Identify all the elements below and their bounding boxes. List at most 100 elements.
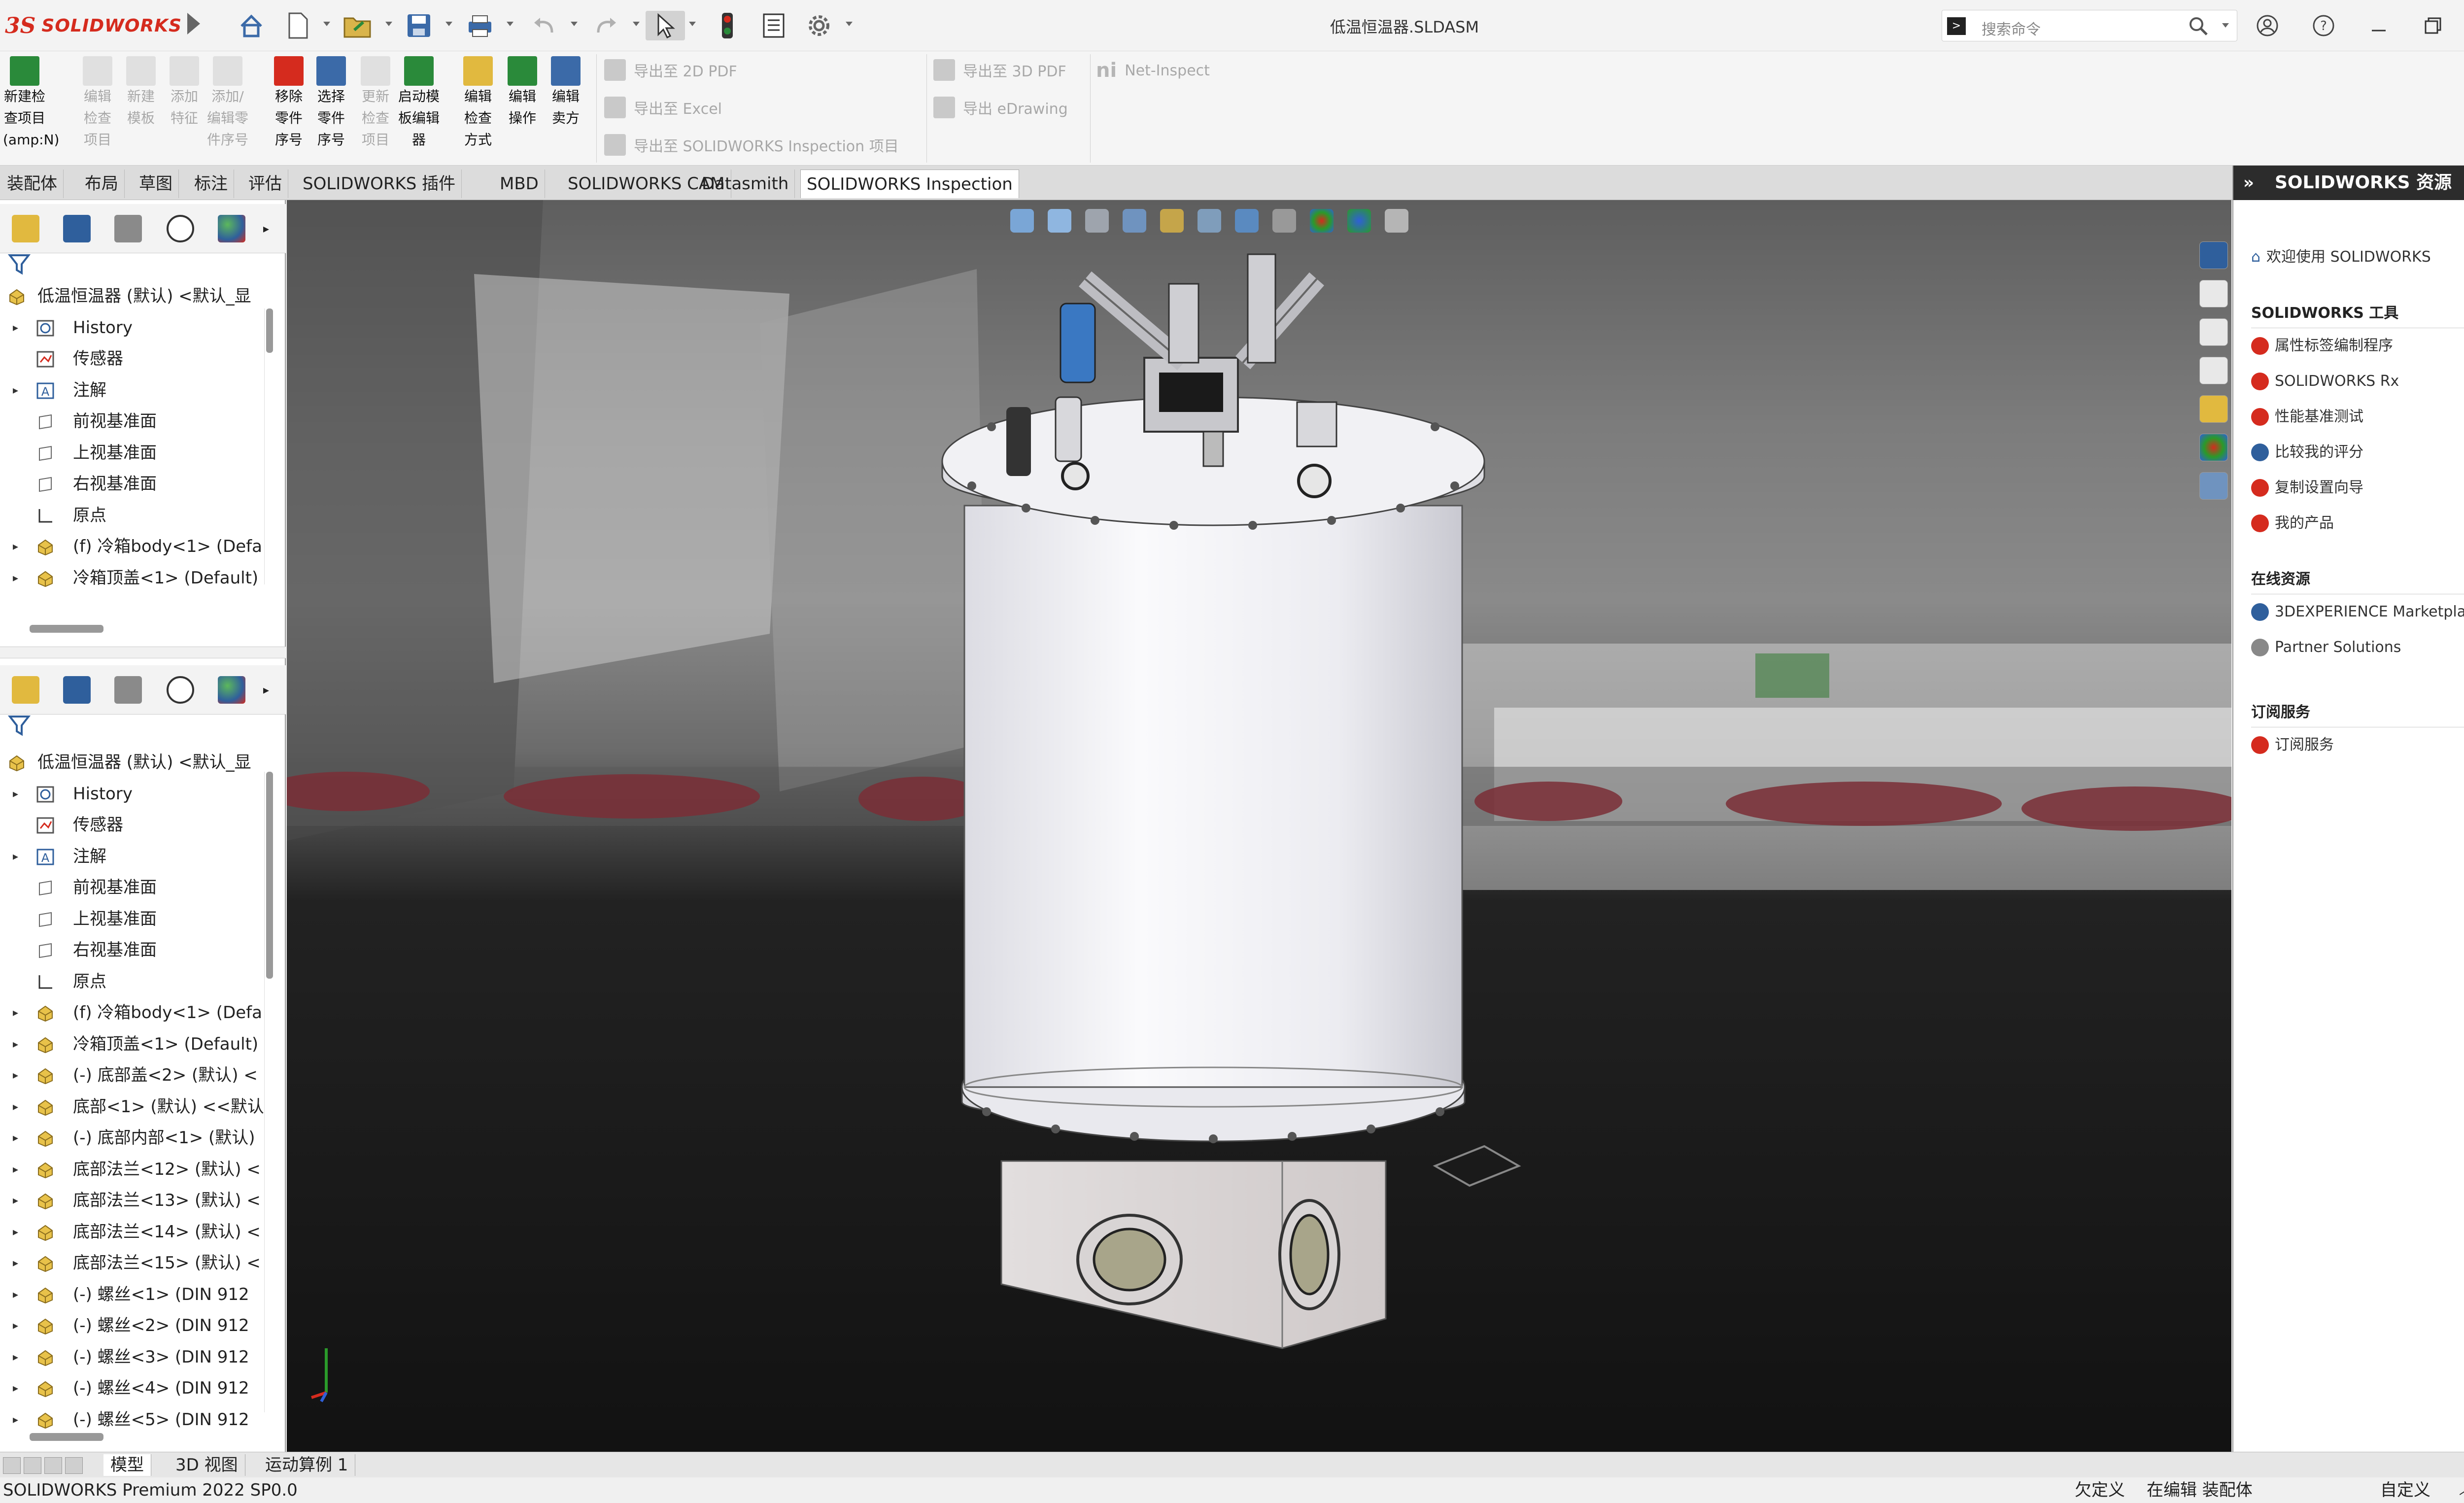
- subscription-section-title[interactable]: 订阅服务︿: [2251, 698, 2464, 727]
- expand-arrow-icon[interactable]: ▸: [13, 841, 18, 873]
- expand-arrow-icon[interactable]: ▸: [13, 531, 18, 563]
- tree-hscrollbar-bottom[interactable]: [30, 1433, 103, 1441]
- user-account-icon[interactable]: [2250, 10, 2285, 41]
- filter-icon[interactable]: [7, 251, 36, 276]
- solidworks-resources-tab-icon[interactable]: [2199, 241, 2228, 269]
- task-pane-link[interactable]: 性能基准测试: [2251, 399, 2464, 435]
- display-manager-tab-icon[interactable]: [218, 215, 245, 242]
- task-pane-link[interactable]: 比较我的评分: [2251, 435, 2464, 470]
- search-dropdown-icon[interactable]: [2222, 23, 2229, 28]
- cmd-add-feature-button[interactable]: 添加 特征: [163, 56, 206, 129]
- tree-item[interactable]: ▸ (-) 底部盖<2> (默认) <: [0, 594, 266, 596]
- undo-icon[interactable]: [529, 11, 559, 40]
- cmd-add-balloon-button[interactable]: 添加/编辑零 件序号: [206, 56, 249, 151]
- net-inspect-button[interactable]: ni Net-Inspect: [1096, 59, 1210, 82]
- graphics-area[interactable]: [287, 200, 2231, 1452]
- expand-arrow-icon[interactable]: ▸: [13, 375, 18, 407]
- tree-item[interactable]: 原点: [0, 966, 266, 998]
- tree-item[interactable]: ▸ (-) 螺丝<1> (DIN 912: [0, 1279, 266, 1311]
- panel-next-arrow-icon[interactable]: ▸: [263, 683, 269, 697]
- undo-dropdown-icon[interactable]: [571, 22, 578, 26]
- tree-item[interactable]: ▸ 冷箱顶盖<1> (Default): [0, 563, 266, 594]
- dimxpert-tab-icon[interactable]: [167, 215, 194, 242]
- tools-section-title[interactable]: SOLIDWORKS 工具︿: [2251, 299, 2464, 328]
- cmd-new-inspection-button[interactable]: 新建检 查项目 (amp:N): [3, 56, 59, 151]
- new-doc-dropdown-icon[interactable]: [323, 22, 330, 26]
- cmd-edit-operation-button[interactable]: 编辑 操作: [501, 56, 544, 129]
- cmd-select-balloon-button[interactable]: 选择 零件 序号: [309, 56, 353, 151]
- display-manager-tab-icon[interactable]: [218, 676, 245, 704]
- cmd-template-editor-button[interactable]: 启动模 板编辑器: [397, 56, 441, 151]
- home-tab-icon[interactable]: [2199, 280, 2228, 307]
- tree-item[interactable]: ▸ A 注解: [0, 841, 266, 873]
- options-icon[interactable]: [804, 11, 834, 40]
- tab-5[interactable]: 评估: [242, 170, 288, 198]
- tree-scrollbar-top[interactable]: [264, 308, 274, 584]
- new-doc-icon[interactable]: [283, 11, 313, 40]
- export-edrawing-button[interactable]: 导出 eDrawing: [933, 97, 1068, 118]
- tab-10[interactable]: SOLIDWORKS Inspection: [800, 170, 1019, 198]
- status-units[interactable]: 自定义: [2380, 1477, 2430, 1503]
- export-2d-pdf-button[interactable]: 导出至 2D PDF: [604, 59, 737, 81]
- tree-item[interactable]: ▸ (-) 底部盖<2> (默认) <: [0, 1060, 266, 1092]
- section-view-icon[interactable]: [1123, 209, 1146, 233]
- welcome-link[interactable]: ⌂ 欢迎使用 SOLIDWORKS: [2251, 239, 2464, 275]
- search-command-field[interactable]: > 搜索命令: [1942, 10, 2237, 41]
- tree-item[interactable]: 右视基准面: [0, 469, 266, 500]
- search-icon[interactable]: [2189, 16, 2208, 36]
- tree-item[interactable]: ▸ 底部法兰<13> (默认) <: [0, 1185, 266, 1217]
- expand-arrow-icon[interactable]: ▸: [13, 1029, 18, 1060]
- tree-item[interactable]: 原点: [0, 500, 266, 532]
- custom-properties-tab-icon[interactable]: [2199, 472, 2228, 500]
- dimxpert-tab-icon[interactable]: [167, 676, 194, 704]
- expand-arrow-icon[interactable]: ▸: [13, 312, 18, 344]
- previous-view-icon[interactable]: [1085, 209, 1109, 233]
- tab-9[interactable]: Datasmith: [696, 170, 795, 198]
- select-dropdown-icon[interactable]: [689, 22, 696, 26]
- tree-item[interactable]: ▸ (-) 底部内部<1> (默认): [0, 1123, 266, 1154]
- bottom-tab-1[interactable]: 模型: [103, 1454, 151, 1476]
- view-settings-icon[interactable]: [1385, 209, 1408, 233]
- cmd-edit-vendor-button[interactable]: 编辑 卖方: [544, 56, 587, 129]
- configuration-manager-tab-icon[interactable]: [114, 676, 142, 704]
- expand-arrow-icon[interactable]: ▸: [13, 563, 18, 594]
- tab-6[interactable]: SOLIDWORKS 插件: [297, 170, 462, 198]
- tree-item[interactable]: ▸ 底部法兰<12> (默认) <: [0, 1154, 266, 1186]
- tree-scrollbar-bottom[interactable]: [264, 772, 274, 1412]
- export-excel-button[interactable]: 导出至 Excel: [604, 97, 722, 118]
- task-pane-link[interactable]: 属性标签编制程序: [2251, 328, 2464, 364]
- tab-3[interactable]: 草图: [133, 170, 179, 198]
- zoom-to-area-icon[interactable]: [1048, 209, 1071, 233]
- home-icon[interactable]: [237, 11, 266, 40]
- tab-7[interactable]: MBD: [494, 170, 545, 198]
- property-manager-tab-icon[interactable]: [63, 676, 91, 704]
- tab-1[interactable]: 装配体: [1, 170, 64, 198]
- cmd-new-template-button[interactable]: 新建 模板: [119, 56, 163, 129]
- print-icon[interactable]: [465, 11, 495, 40]
- file-props-icon[interactable]: [759, 11, 788, 40]
- task-pane-link[interactable]: 3DEXPERIENCE Marketplace: [2251, 594, 2464, 630]
- cmd-remove-balloon-button[interactable]: 移除 零件 序号: [267, 56, 310, 151]
- expand-arrow-icon[interactable]: ▸: [13, 1404, 18, 1436]
- panel-splitter[interactable]: [0, 647, 286, 658]
- tree-item[interactable]: ▸ (-) 螺丝<5> (DIN 912: [0, 1404, 266, 1436]
- select-icon[interactable]: [646, 11, 685, 40]
- tree-item[interactable]: ▸ 冷箱顶盖<1> (Default): [0, 1029, 266, 1060]
- tree-item[interactable]: ▸ History: [0, 779, 266, 810]
- export-3d-pdf-button[interactable]: 导出至 3D PDF: [933, 59, 1066, 81]
- tree-item[interactable]: ▸ (f) 冷箱body<1> (Defa: [0, 997, 266, 1029]
- panel-next-arrow-icon[interactable]: ▸: [263, 222, 269, 236]
- expand-arrow-icon[interactable]: ▸: [13, 1092, 18, 1123]
- task-pane-link[interactable]: 我的产品: [2251, 506, 2464, 541]
- tree-item[interactable]: ▸ (f) 冷箱body<1> (Defa: [0, 531, 266, 563]
- bottom-tab-3[interactable]: 运动算例 1: [258, 1454, 356, 1476]
- view-palette-tab-icon[interactable]: [2199, 395, 2228, 423]
- restore-icon[interactable]: [2416, 10, 2450, 41]
- print-dropdown-icon[interactable]: [507, 22, 513, 26]
- last-tab-arrow-icon[interactable]: [65, 1457, 83, 1474]
- cmd-update-inspection-button[interactable]: 更新 检查 项目: [354, 56, 397, 151]
- tree-item[interactable]: ▸ (-) 螺丝<3> (DIN 912: [0, 1342, 266, 1373]
- tree-item[interactable]: ▸ 底部<1> (默认) <<默认: [0, 1092, 266, 1123]
- tree-item[interactable]: ▸ History: [0, 312, 266, 344]
- tree-item[interactable]: 前视基准面: [0, 872, 266, 904]
